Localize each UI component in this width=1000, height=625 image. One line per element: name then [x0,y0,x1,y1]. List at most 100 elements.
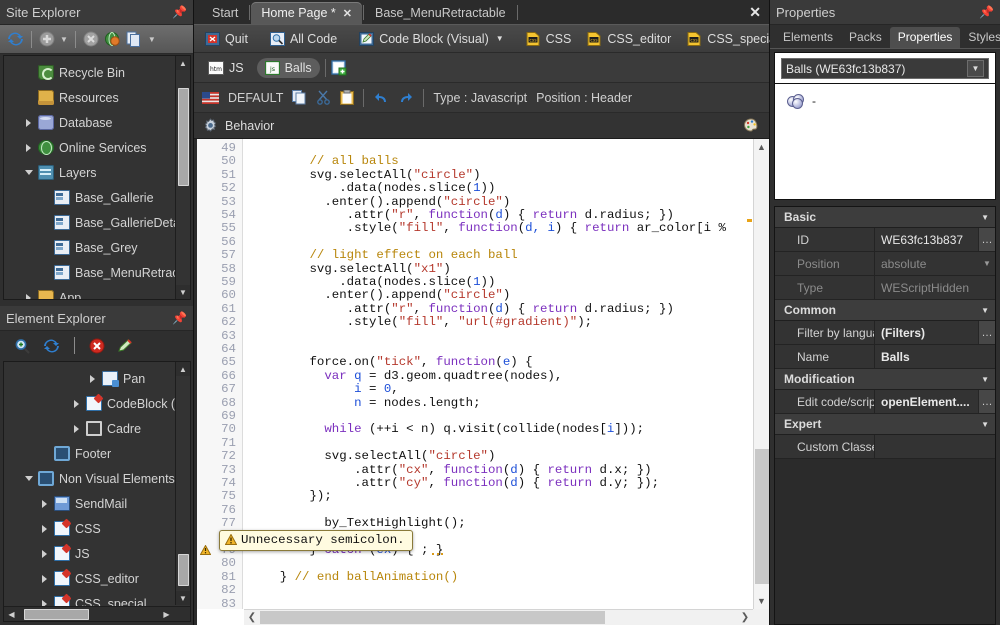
css-button[interactable]: css CSS [521,30,577,48]
undo-icon[interactable] [373,91,389,105]
property-value[interactable]: WE63fc13b837 [874,228,978,251]
copy-icon[interactable] [292,90,307,105]
chevron-down-icon[interactable]: ▼ [979,259,995,268]
paste-icon[interactable] [340,90,354,105]
code-block-button[interactable]: Code Block (Visual) ▼ [354,30,508,48]
code-line[interactable]: .style("fill", function(d, i) { return a… [244,222,726,235]
property-group-header[interactable]: Common▼ [775,300,995,321]
chevron-down-icon[interactable]: ▼ [60,35,68,44]
scroll-up-icon[interactable]: ▲ [176,56,190,70]
site-tree-item[interactable]: Recycle Bin [4,60,190,85]
chevron-right-icon[interactable] [40,498,52,510]
element-tree-item[interactable]: CodeBlock ( [4,391,190,416]
property-row[interactable]: Filter by langua(Filters)… [775,321,995,345]
properties-tab-styles[interactable]: Styles [960,27,1000,48]
element-tree-item[interactable]: Non Visual Elements [4,466,190,491]
pin-icon[interactable]: 📌 [979,5,994,19]
chevron-down-icon[interactable]: ▼ [967,60,984,77]
chevron-down-icon[interactable]: ▼ [148,35,156,44]
site-tree-item[interactable]: Base_GallerieDetail [4,210,190,235]
site-tree-item[interactable]: Layers [4,160,190,185]
chevron-down-icon[interactable]: ▼ [496,34,504,43]
code-viewport[interactable]: 4950515253545556575859606162636465666768… [197,139,753,609]
code-line[interactable]: n = nodes.length; [244,397,481,410]
property-value[interactable] [874,435,995,458]
chevron-down-icon[interactable] [24,167,36,179]
close-icon[interactable]: ✕ [343,7,352,20]
property-row[interactable]: Custom Classes [775,435,995,459]
property-value[interactable]: WEScriptHidden [874,276,995,299]
property-group-header[interactable]: Basic▼ [775,207,995,228]
code-line[interactable]: svg.selectAll("circle") [244,450,495,463]
property-value[interactable]: absolute [874,252,979,275]
code-line[interactable]: svg.selectAll("x1") [244,263,451,276]
scroll-right-icon[interactable]: ▶ [159,610,174,619]
properties-tab-elements[interactable]: Elements [775,27,841,48]
property-row[interactable]: NameBalls [775,345,995,369]
site-tree-item[interactable]: Base_Grey [4,235,190,260]
chevron-right-icon[interactable] [24,142,36,154]
scroll-down-icon[interactable]: ▼ [754,593,769,609]
code-line[interactable]: }); [244,490,332,503]
property-row[interactable]: IDWE63fc13b837… [775,228,995,252]
refresh-icon[interactable] [43,338,60,354]
js-file-chip[interactable]: htm JS [200,58,252,78]
balls-file-chip[interactable]: js Balls [257,58,320,78]
code-line[interactable]: } // end ballAnimation() [244,571,458,584]
code-line[interactable] [244,437,250,450]
element-tree-item[interactable]: Footer [4,441,190,466]
code-line[interactable] [244,584,250,597]
chevron-right-icon[interactable] [88,373,100,385]
site-explorer-tree[interactable]: Recycle BinResourcesDatabaseOnline Servi… [3,55,191,300]
site-tree-item[interactable]: Base_MenuRetract... [4,260,190,285]
warning-icon[interactable] [200,545,211,558]
scroll-right-icon[interactable]: ❯ [737,612,753,623]
code-line[interactable]: force.on("tick", function(e) { [244,356,533,369]
scrollbar-thumb[interactable] [260,611,605,624]
tab-home-page[interactable]: Home Page * ✕ [251,2,362,24]
code-line[interactable]: .enter().append("circle") [244,289,510,302]
code-line[interactable]: // all balls [244,155,399,168]
code-line[interactable]: i = 0, [244,383,399,396]
chevron-right-icon[interactable] [24,292,36,301]
chevron-right-icon[interactable] [40,548,52,560]
code-line[interactable] [244,330,250,343]
zoom-icon[interactable] [14,338,31,354]
pin-icon[interactable]: 📌 [172,5,187,19]
code-line[interactable]: .attr("r", function(d) { return d.radius… [244,303,674,316]
publish-icon[interactable] [104,31,121,47]
code-line[interactable]: by_TextHighlight(); [244,517,466,530]
scroll-left-icon[interactable]: ❮ [244,612,260,623]
duplicate-icon[interactable] [126,31,143,47]
add-icon[interactable] [39,31,55,47]
code-line[interactable] [244,598,250,609]
element-tree-item[interactable]: JS [4,541,190,566]
code-line[interactable]: .data(nodes.slice(1)) [244,182,495,195]
element-tree-hscrollbar[interactable]: ◀ ▶ [4,606,190,621]
code-horizontal-scrollbar[interactable]: ❮ ❯ [244,609,753,625]
scroll-left-icon[interactable]: ◀ [4,610,19,619]
scroll-up-icon[interactable]: ▲ [754,139,769,155]
property-row[interactable]: TypeWEScriptHidden [775,276,995,300]
chevron-right-icon[interactable] [72,398,84,410]
close-document-icon[interactable]: ✕ [749,4,761,21]
tab-start[interactable]: Start [202,2,248,24]
code-line[interactable] [244,557,250,570]
element-tree-item[interactable]: Cadre [4,416,190,441]
redo-icon[interactable] [398,91,414,105]
site-tree-item[interactable]: Database [4,110,190,135]
scroll-down-icon[interactable]: ▼ [176,285,190,299]
property-value[interactable]: Balls [874,345,995,368]
property-value[interactable]: openElement.... [874,390,978,413]
code-line[interactable]: .attr("cy", function(d) { return d.y; })… [244,477,659,490]
properties-tab-properties[interactable]: Properties [890,27,961,48]
ellipsis-button[interactable]: … [978,228,995,251]
scrollbar-thumb[interactable] [755,449,769,584]
site-tree-item[interactable]: Online Services [4,135,190,160]
code-line[interactable]: .attr("r", function(d) { return d.radius… [244,209,674,222]
code-line[interactable] [244,236,250,249]
code-line[interactable] [244,410,250,423]
delete-icon[interactable] [89,338,105,354]
chevron-down-icon[interactable]: ▼ [981,420,989,429]
property-group-header[interactable]: Modification▼ [775,369,995,390]
